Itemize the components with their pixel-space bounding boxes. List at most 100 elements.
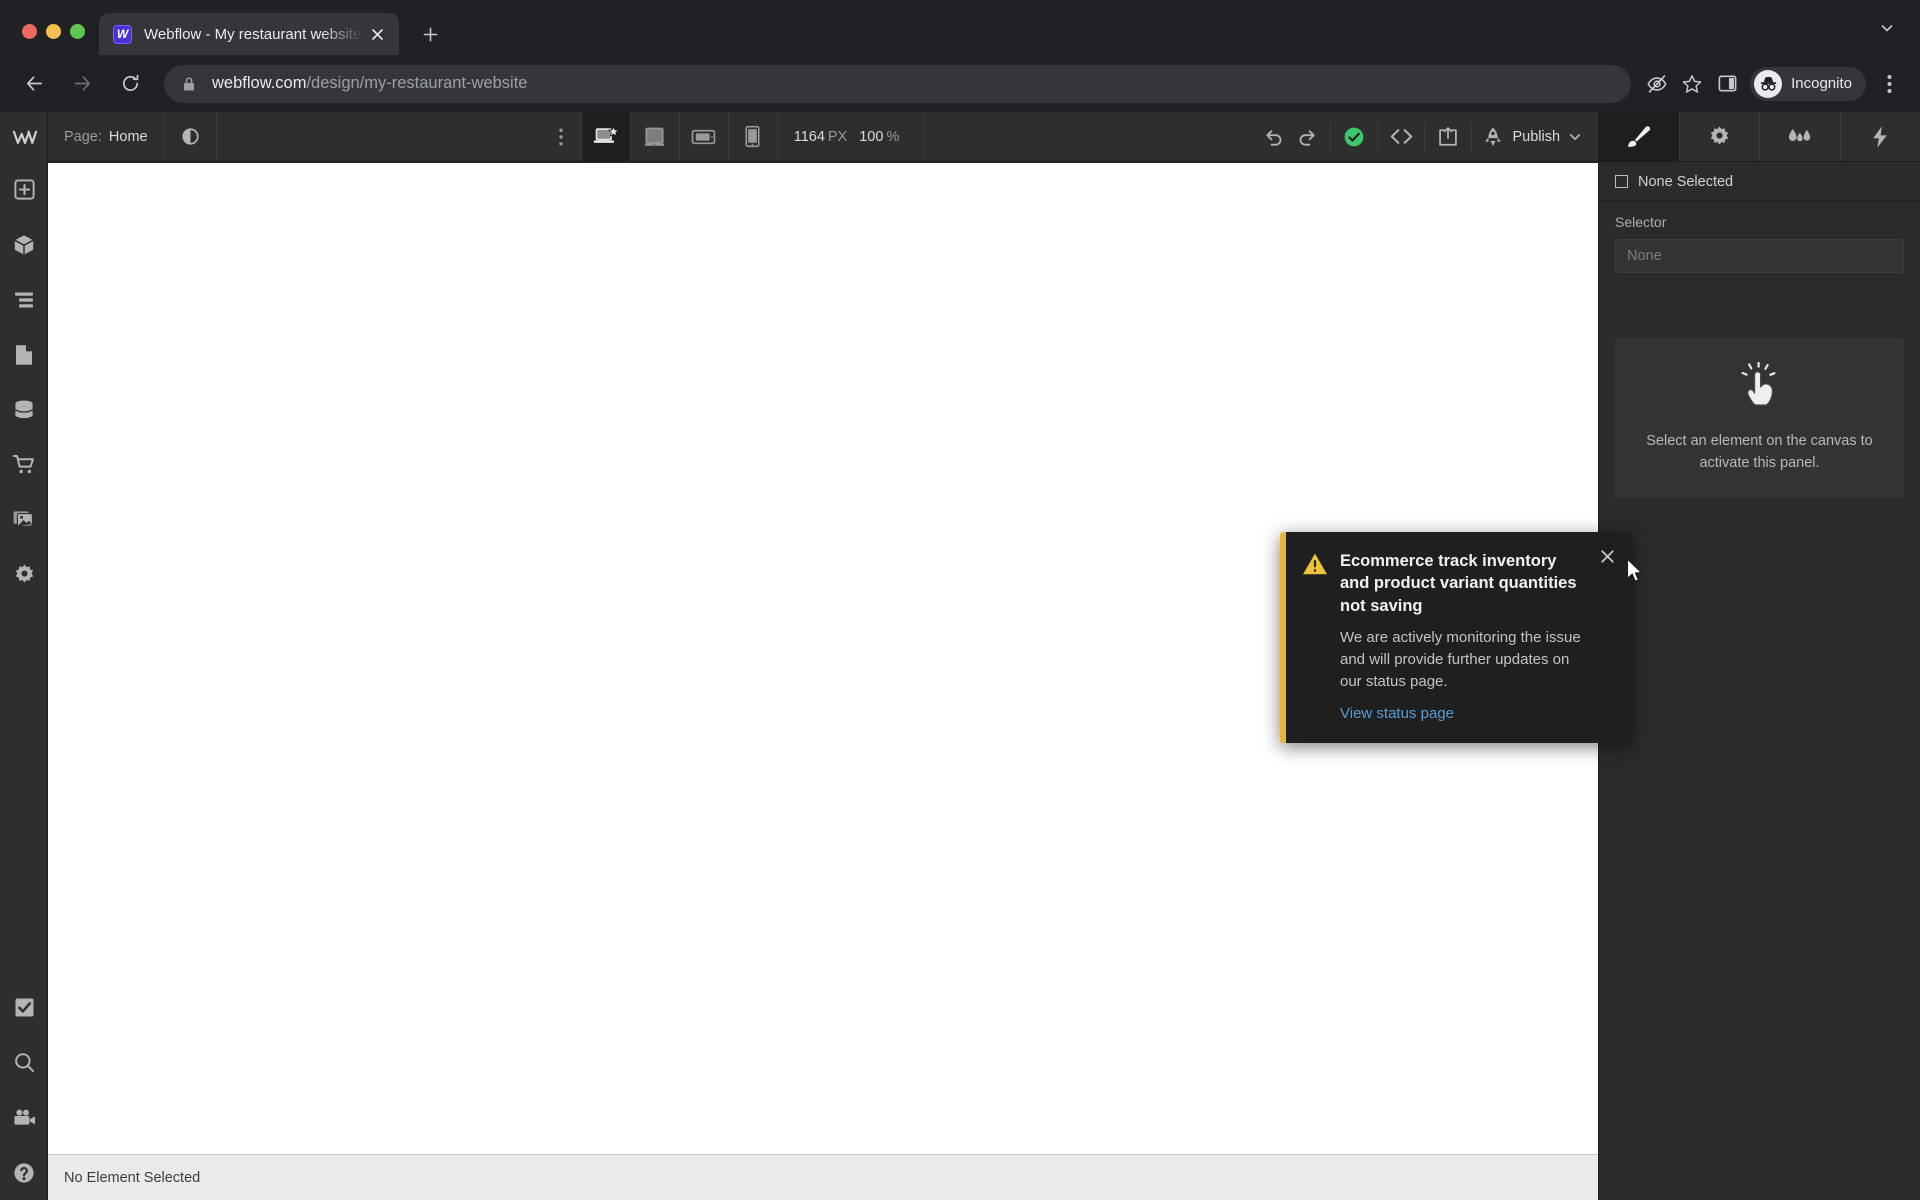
code-brackets-icon[interactable]: [1384, 127, 1418, 146]
lock-icon: [180, 76, 198, 92]
element-square-icon: [1615, 175, 1628, 188]
reload-icon[interactable]: [111, 65, 149, 103]
canvas-width-value: 1164: [793, 128, 825, 145]
sidebar-item-components[interactable]: [0, 217, 48, 272]
sidebar-item-cms[interactable]: [0, 382, 48, 437]
url-path: /design/my-restaurant-website: [306, 74, 528, 92]
maximize-window-button[interactable]: [70, 24, 85, 39]
selection-header: None Selected: [1599, 162, 1920, 202]
toolbar-right-spacer: [925, 112, 1250, 161]
tab-title: Webflow - My restaurant website: [144, 25, 362, 43]
browser-chrome: W Webflow - My restaurant website webflo…: [0, 0, 1920, 112]
share-export-icon[interactable]: [1431, 126, 1465, 147]
panel-empty-state: Select an element on the canvas to activ…: [1615, 338, 1904, 498]
tab-strip: W Webflow - My restaurant website: [0, 0, 1920, 55]
incognito-icon: [1754, 69, 1783, 98]
designer-center-column: Page: Home 1164 PX 100 % Publish Ecommer…: [48, 112, 1642, 1200]
zoom-value: 100: [859, 128, 884, 145]
checkmark-circle-icon[interactable]: [1337, 126, 1371, 148]
breakpoint-mobile-landscape[interactable]: [680, 112, 729, 161]
arrow-left-icon[interactable]: [15, 65, 53, 103]
webflow-designer: Page: Home 1164 PX 100 % Publish Ecommer…: [0, 112, 1920, 1200]
sidebar-item-navigator[interactable]: [0, 272, 48, 327]
tab-settings[interactable]: [1680, 112, 1760, 161]
sidebar-item-search[interactable]: [0, 1035, 48, 1090]
code-export-group: [1378, 112, 1424, 161]
sidebar-item-pages[interactable]: [0, 327, 48, 382]
close-icon[interactable]: [365, 22, 389, 46]
eye-slash-icon[interactable]: [1641, 68, 1673, 100]
share-group: [1425, 112, 1471, 161]
view-status-page-link[interactable]: View status page: [1340, 705, 1454, 722]
notification-title: Ecommerce track inventory and product va…: [1340, 552, 1577, 615]
selection-label: None Selected: [1638, 173, 1734, 190]
rail-spacer: [0, 602, 47, 980]
designer-toolbar: Page: Home 1164 PX 100 % Publish: [48, 112, 1598, 162]
status-bar: No Element Selected: [48, 1154, 1598, 1200]
side-panel-icon[interactable]: [1711, 68, 1743, 100]
breakpoint-mobile-portrait[interactable]: [729, 112, 778, 161]
right-panel-tabs: [1599, 112, 1920, 162]
tab-style[interactable]: [1599, 112, 1680, 161]
page-name: Home: [108, 128, 148, 145]
profile-label: Incognito: [1791, 75, 1852, 92]
canvas-width-unit: PX: [827, 128, 848, 145]
canvas-area: Ecommerce track inventory and product va…: [48, 162, 1642, 1154]
page-indicator[interactable]: Page: Home: [48, 112, 165, 161]
browser-toolbar: webflow.com/design/my-restaurant-website: [0, 55, 1920, 112]
breakpoint-desktop[interactable]: [581, 112, 631, 161]
empty-state-text: Select an element on the canvas to activ…: [1646, 433, 1873, 471]
close-window-button[interactable]: [22, 24, 37, 39]
address-bar[interactable]: webflow.com/design/my-restaurant-website: [164, 64, 1632, 103]
sidebar-item-assets[interactable]: [0, 492, 48, 547]
kebab-menu-icon[interactable]: [1872, 67, 1906, 101]
selector-section-label: Selector: [1615, 214, 1667, 230]
chevron-down-icon[interactable]: [1870, 11, 1904, 45]
close-icon[interactable]: [1596, 548, 1618, 723]
chevron-down-icon: [1568, 130, 1582, 144]
sidebar-item-ecommerce[interactable]: [0, 437, 48, 492]
window-traffic-lights: [0, 24, 99, 55]
save-status: [1331, 112, 1377, 161]
minimize-window-button[interactable]: [46, 24, 61, 39]
vertical-dots-icon[interactable]: [542, 112, 582, 161]
tab-style-manager[interactable]: [1760, 112, 1841, 161]
right-panel: None Selected Selector None Select an el…: [1598, 112, 1920, 1200]
webflow-logo-icon: W: [113, 24, 132, 44]
star-icon[interactable]: [1676, 68, 1708, 100]
selector-value: None: [1627, 248, 1662, 264]
zoom-unit: %: [886, 128, 900, 145]
publish-button[interactable]: Publish: [1472, 112, 1598, 161]
toolbar-left-spacer: [217, 112, 542, 161]
eye-preview-icon[interactable]: [165, 112, 217, 161]
selector-input[interactable]: None: [1615, 239, 1904, 273]
profile-incognito-button[interactable]: Incognito: [1750, 66, 1866, 101]
browser-tab[interactable]: W Webflow - My restaurant website: [99, 13, 399, 55]
status-bar-text: No Element Selected: [64, 1169, 201, 1186]
breakpoint-tablet[interactable]: [631, 112, 680, 161]
webflow-logo-icon[interactable]: [0, 112, 48, 162]
rocket-icon: [1482, 126, 1504, 148]
redo-icon[interactable]: [1290, 127, 1324, 146]
left-sidebar: [0, 112, 48, 1200]
publish-label: Publish: [1512, 128, 1561, 145]
click-hand-icon: [1739, 362, 1781, 413]
tab-interactions[interactable]: [1841, 112, 1920, 161]
selector-section: Selector None: [1599, 202, 1920, 273]
sidebar-item-audit[interactable]: [0, 980, 48, 1035]
sidebar-item-help[interactable]: [0, 1145, 48, 1200]
sidebar-item-video[interactable]: [0, 1090, 48, 1145]
notification-toast: Ecommerce track inventory and product va…: [1280, 532, 1632, 744]
new-tab-button[interactable]: [413, 17, 447, 51]
url-text: webflow.com/design/my-restaurant-website: [212, 74, 527, 93]
canvas-zoom-controls[interactable]: 1164 PX 100 %: [778, 112, 926, 161]
history-controls: [1250, 112, 1330, 161]
arrow-right-icon[interactable]: [63, 65, 101, 103]
notification-description: We are actively monitoring the issue and…: [1340, 628, 1581, 691]
sidebar-item-add[interactable]: [0, 162, 48, 217]
notification-body: Ecommerce track inventory and product va…: [1328, 550, 1596, 723]
sidebar-item-settings[interactable]: [0, 547, 48, 602]
warning-triangle-icon: [1302, 552, 1328, 723]
undo-icon[interactable]: [1256, 127, 1290, 146]
page-prefix-label: Page:: [64, 128, 102, 145]
